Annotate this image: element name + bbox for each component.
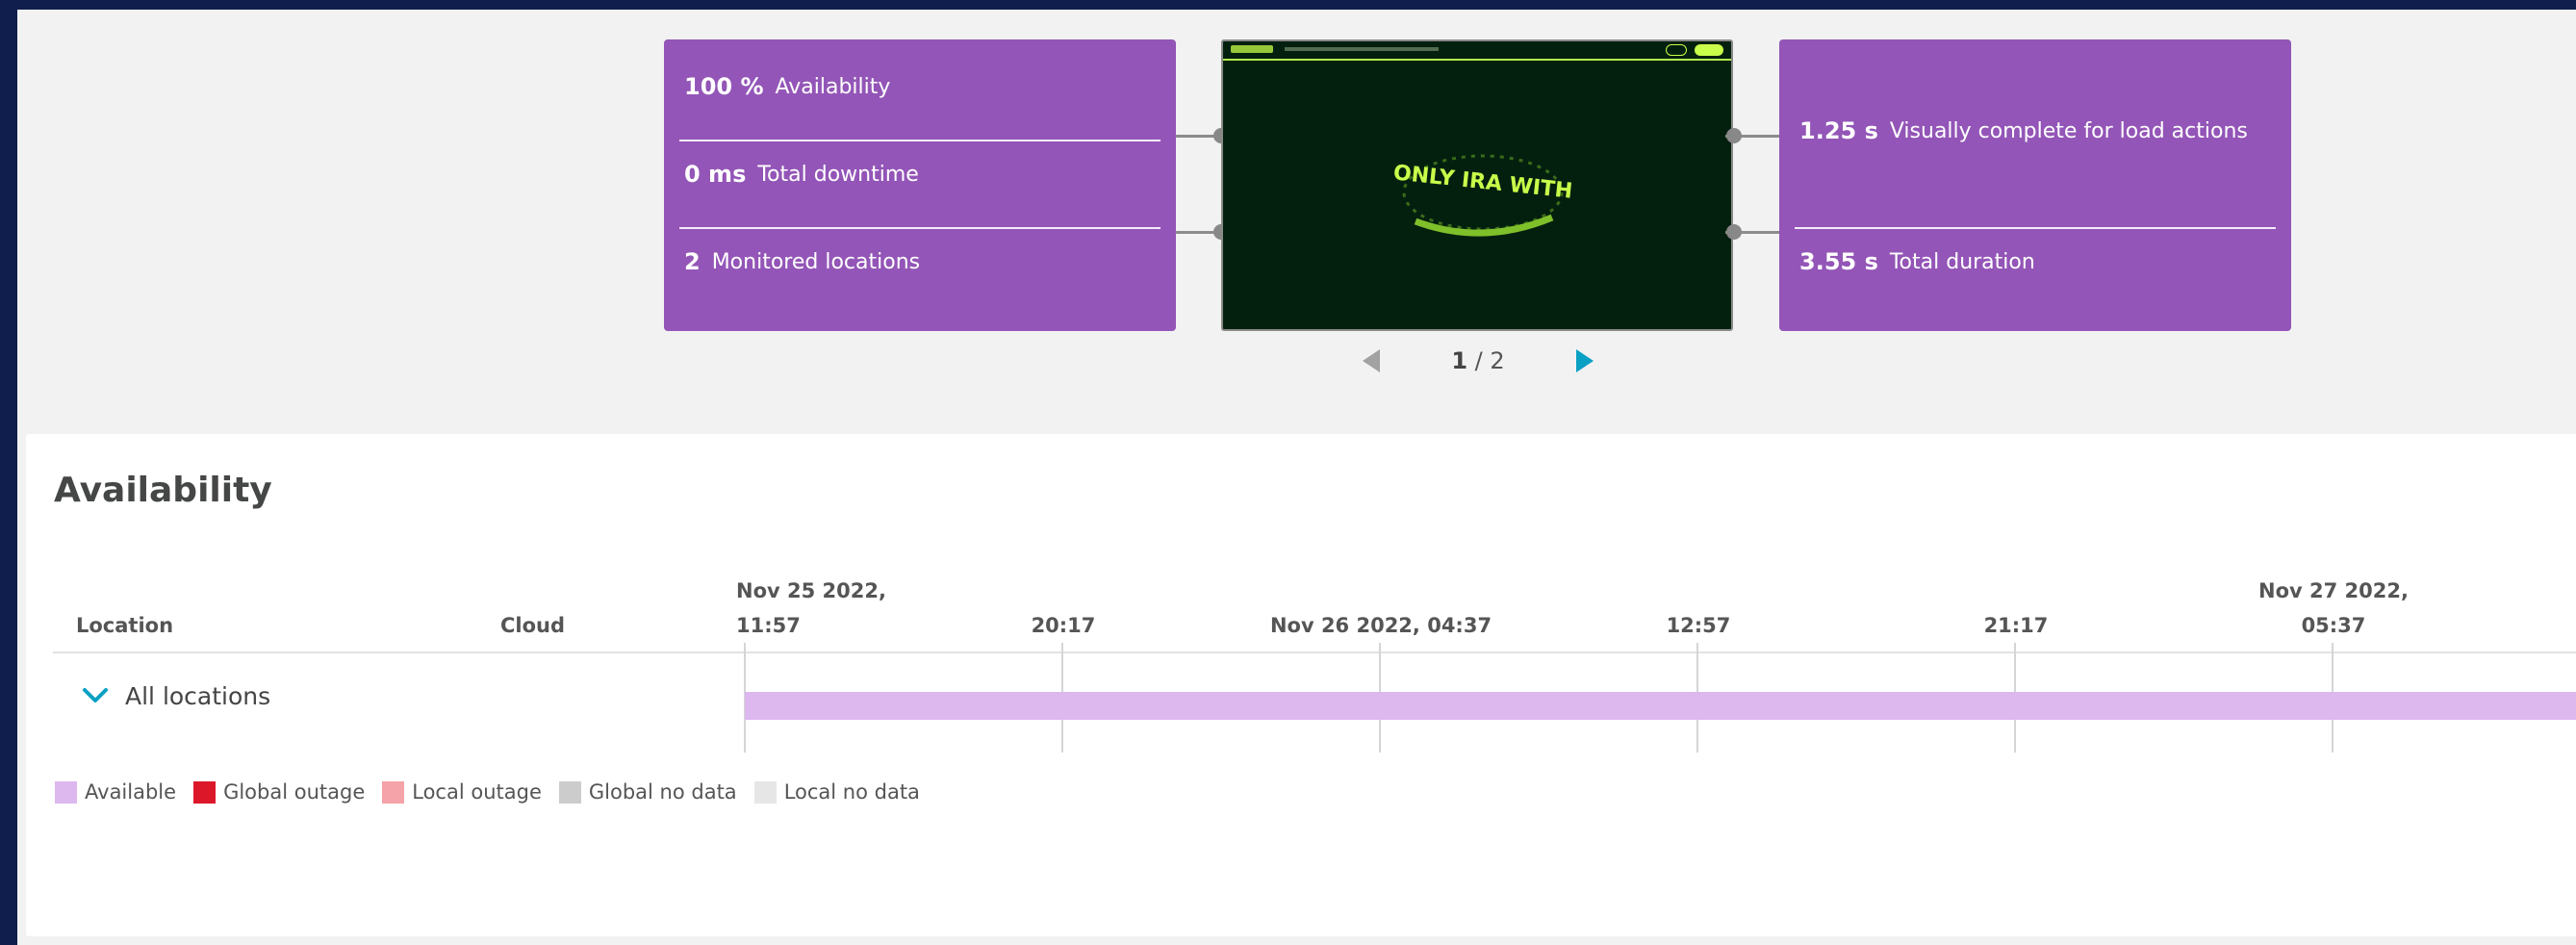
tick-date: Nov 27 2022,	[2258, 579, 2409, 602]
column-header-cloud: Cloud	[500, 614, 566, 637]
legend-item-local-no-data: Local no data	[753, 780, 920, 804]
timeline-tick-label: 20:17	[1031, 614, 1096, 637]
availability-summary-card: 100 % Availability 0 ms Total downtime 2…	[664, 39, 1176, 331]
screenshot-hero-text: ONLY IRA WITH	[1392, 161, 1574, 203]
legend-swatch	[558, 780, 581, 804]
legend-swatch	[193, 780, 217, 804]
availability-legend: Available Global outage Local outage Glo…	[55, 780, 937, 804]
screenshot-menu	[1285, 47, 1439, 51]
screenshot-button	[1666, 44, 1687, 56]
metric-total-downtime: 0 ms Total downtime	[684, 158, 1160, 191]
legend-item-local-outage: Local outage	[382, 780, 542, 804]
legend-swatch	[753, 780, 777, 804]
chevron-down-icon[interactable]	[81, 681, 110, 710]
screenshot-logo	[1231, 45, 1273, 53]
screenshot-pager: 1 / 2	[1363, 342, 1594, 380]
timeline-tick-label: Nov 26 2022, 04:37	[1269, 614, 1492, 637]
table-header-rule	[53, 651, 2576, 653]
legend-label: Available	[85, 780, 177, 804]
availability-title: Availability	[54, 471, 272, 510]
timeline-tick-label: Nov 27 2022, 05:37	[2189, 574, 2478, 643]
metric-value: 100 %	[684, 73, 764, 100]
location-group-row[interactable]: All locations	[81, 681, 270, 710]
metric-label: Total downtime	[757, 162, 919, 187]
divider	[679, 140, 1160, 141]
screenshot-hero-graphic: ONLY IRA WITH	[1392, 154, 1574, 237]
metric-visually-complete: 1.25 s Visually complete for load action…	[1799, 115, 2276, 147]
screenshot-button	[1695, 44, 1723, 56]
legend-item-global-no-data: Global no data	[558, 780, 737, 804]
legend-swatch	[55, 780, 77, 804]
availability-bar[interactable]	[745, 692, 2576, 720]
legend-swatch	[382, 780, 405, 804]
divider	[1795, 227, 2276, 229]
legend-label: Local no data	[783, 780, 920, 804]
pager-total: / 2	[1474, 347, 1505, 374]
group-label: All locations	[125, 681, 271, 710]
metric-value: 2	[684, 248, 701, 275]
tick-date: Nov 25 2022,	[736, 579, 886, 602]
timeline-tick-label: 21:17	[1983, 614, 2049, 637]
metric-value: 3.55 s	[1799, 248, 1878, 275]
metric-label: Monitored locations	[711, 249, 921, 274]
metric-value: 1.25 s	[1799, 117, 1878, 144]
next-arrow-icon[interactable]	[1576, 349, 1594, 372]
column-header-location: Location	[76, 614, 174, 637]
metric-label: Total duration	[1889, 249, 2035, 274]
metric-total-duration: 3.55 s Total duration	[1799, 245, 2276, 278]
legend-label: Global outage	[223, 780, 366, 804]
tick-time: 11:57	[736, 614, 801, 637]
connector-dot	[1726, 128, 1742, 143]
screenshot-header-bar	[1223, 41, 1731, 61]
metric-availability: 100 % Availability	[684, 70, 1160, 103]
tick-time: 05:37	[2301, 614, 2366, 637]
availability-panel: Availability Location Cloud Nov 25 2022,…	[26, 434, 2576, 936]
legend-label: Global no data	[588, 780, 737, 804]
pager-text: 1 / 2	[1363, 347, 1594, 374]
timeline-tick-label: Nov 25 2022, 11:57	[736, 574, 886, 643]
metric-label: Availability	[775, 74, 891, 99]
legend-item-global-outage: Global outage	[193, 780, 365, 804]
metric-value: 0 ms	[684, 161, 747, 188]
metric-label: Visually complete for load actions	[1889, 118, 2248, 143]
screenshot-thumbnail[interactable]: ONLY IRA WITH	[1221, 39, 1733, 331]
legend-label: Local outage	[412, 780, 542, 804]
monitor-details-frame: 100 % Availability 0 ms Total downtime 2…	[17, 10, 2576, 945]
legend-item-available: Available	[55, 780, 176, 804]
connector-dot	[1726, 224, 1742, 240]
metric-monitored-locations: 2 Monitored locations	[684, 245, 1160, 278]
performance-summary-card: 1.25 s Visually complete for load action…	[1779, 39, 2291, 331]
timeline-tick-label: 12:57	[1666, 614, 1731, 637]
pager-current: 1	[1451, 347, 1468, 374]
divider	[679, 227, 1160, 229]
